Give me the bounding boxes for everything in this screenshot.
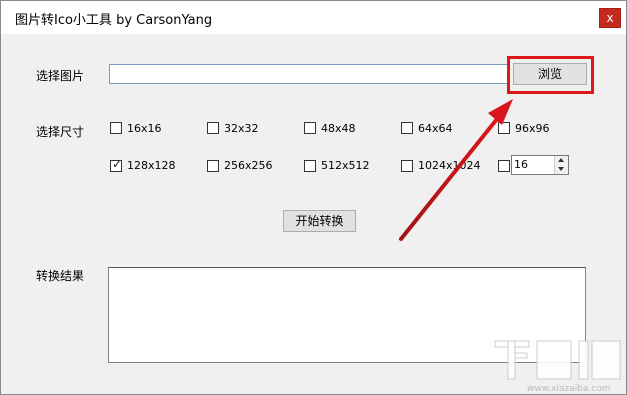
svg-text:www.xiazaiba.com: www.xiazaiba.com [527,384,611,394]
size-label-128: 128x128 [127,159,176,172]
size-checkbox-48[interactable] [304,122,316,134]
spin-up-icon[interactable] [558,158,564,162]
close-button[interactable]: x [599,8,621,28]
size-label-64: 64x64 [418,122,453,135]
size-label-512: 512x512 [321,159,370,172]
select-image-label: 选择图片 [36,69,85,83]
spinner-buttons [554,156,568,174]
custom-size-value: 16 [514,158,528,171]
size-label-48: 48x48 [321,122,356,135]
custom-size-spinner[interactable]: 16 [511,155,569,175]
size-checkbox-512[interactable] [304,160,316,172]
size-checkbox-64[interactable] [401,122,413,134]
size-label-96: 96x96 [515,122,550,135]
checkmark-icon: ✓ [112,157,123,171]
size-label-32: 32x32 [224,122,259,135]
size-label-1024: 1024x1024 [418,159,481,172]
select-size-label: 选择尺寸 [36,125,85,139]
app-window: 图片转Ico小工具 by CarsonYang x 选择图片 浏览 选择尺寸 1… [0,0,627,395]
image-path-input[interactable] [109,64,509,84]
start-convert-button[interactable]: 开始转换 [283,210,356,232]
window-title: 图片转Ico小工具 by CarsonYang [15,13,213,28]
result-label: 转换结果 [36,269,85,283]
size-checkbox-32[interactable] [207,122,219,134]
size-checkbox-128[interactable]: ✓ [110,157,123,172]
browse-button[interactable]: 浏览 [513,63,587,85]
title-bar: 图片转Ico小工具 by CarsonYang x [1,1,626,34]
size-checkbox-custom[interactable] [498,160,510,172]
size-checkbox-256[interactable] [207,160,219,172]
size-checkbox-96[interactable] [498,122,510,134]
download-site-watermark-logo: www.xiazaiba.com [494,340,621,394]
size-checkbox-16[interactable] [110,122,122,134]
size-label-16: 16x16 [127,122,162,135]
size-checkbox-1024[interactable] [401,160,413,172]
spin-down-icon[interactable] [558,167,564,171]
size-label-256: 256x256 [224,159,273,172]
